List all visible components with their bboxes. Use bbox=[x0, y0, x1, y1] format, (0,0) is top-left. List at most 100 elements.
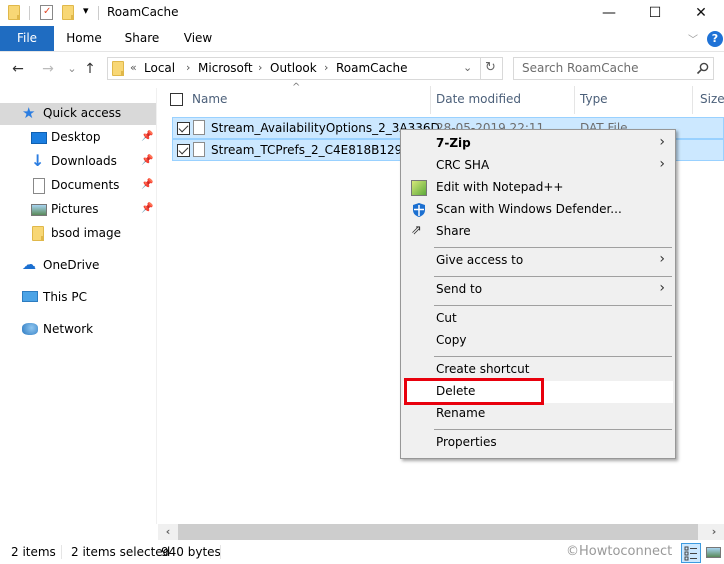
menu-item-crc-sha[interactable]: CRC SHA › bbox=[403, 155, 673, 177]
scroll-left-button[interactable]: ‹ bbox=[158, 524, 178, 540]
breadcrumb-separator[interactable]: › bbox=[258, 61, 262, 74]
properties-icon[interactable]: ✓ bbox=[40, 5, 53, 20]
sidebar-item-onedrive[interactable]: ☁ OneDrive bbox=[0, 255, 156, 277]
selection-size: 940 bytes bbox=[161, 545, 221, 559]
breadcrumb-microsoft[interactable]: Microsoft bbox=[198, 61, 253, 75]
pc-icon bbox=[22, 291, 38, 302]
menu-item-7zip[interactable]: 7-Zip › bbox=[403, 133, 673, 155]
status-bar: 2 items 2 items selected 940 bytes ©Howt… bbox=[0, 540, 724, 564]
search-icon[interactable] bbox=[696, 62, 709, 75]
up-button[interactable]: ↑ bbox=[80, 59, 100, 79]
ribbon-tabs: File Home Share View ﹀ ? bbox=[0, 26, 724, 52]
onedrive-icon: ☁ bbox=[22, 257, 36, 273]
sidebar-item-quick-access[interactable]: ★ Quick access bbox=[0, 103, 156, 125]
item-count: 2 items bbox=[11, 545, 56, 559]
column-size[interactable]: Size bbox=[700, 92, 724, 106]
desktop-icon bbox=[31, 132, 47, 144]
pictures-icon bbox=[31, 204, 47, 216]
tab-view[interactable]: View bbox=[176, 26, 220, 51]
tab-file[interactable]: File bbox=[0, 26, 54, 51]
breadcrumb-roamcache[interactable]: RoamCache bbox=[336, 61, 408, 75]
tab-share[interactable]: Share bbox=[120, 26, 164, 51]
close-button[interactable]: ✕ bbox=[678, 0, 724, 26]
search-placeholder: Search RoamCache bbox=[522, 61, 639, 75]
horizontal-scrollbar[interactable]: ‹ › bbox=[158, 524, 724, 540]
sidebar-item-downloads[interactable]: ↓ Downloads 📌 bbox=[0, 151, 156, 173]
folder-icon bbox=[112, 61, 124, 76]
column-date-modified[interactable]: Date modified bbox=[436, 92, 521, 106]
address-bar[interactable]: « Local › Microsoft › Outlook › RoamCach… bbox=[107, 57, 503, 80]
menu-item-edit-notepadpp[interactable]: Edit with Notepad++ bbox=[403, 177, 673, 199]
refresh-icon[interactable]: ↻ bbox=[485, 60, 496, 75]
chevron-down-icon[interactable]: ﹀ bbox=[688, 31, 698, 46]
pin-icon[interactable]: 📌 bbox=[141, 179, 153, 190]
menu-item-cut[interactable]: Cut bbox=[403, 308, 673, 330]
details-view-icon bbox=[684, 546, 697, 561]
column-name[interactable]: Name bbox=[192, 92, 227, 106]
column-type[interactable]: Type bbox=[580, 92, 608, 106]
row-checkbox[interactable] bbox=[177, 144, 190, 157]
watermark: ©Howtoconnect bbox=[566, 544, 673, 559]
recent-locations-button[interactable]: ⌄ bbox=[62, 59, 82, 79]
breadcrumb-separator[interactable]: › bbox=[186, 61, 190, 74]
row-checkbox[interactable] bbox=[177, 122, 190, 135]
documents-icon bbox=[33, 178, 45, 194]
minimize-button[interactable]: — bbox=[586, 0, 632, 26]
help-icon[interactable]: ? bbox=[707, 31, 723, 47]
scroll-right-button[interactable]: › bbox=[704, 524, 724, 540]
menu-item-give-access[interactable]: Give access to › bbox=[403, 250, 673, 272]
menu-item-scan-defender[interactable]: Scan with Windows Defender... bbox=[403, 199, 673, 221]
menu-item-rename[interactable]: Rename bbox=[403, 403, 673, 425]
sidebar-item-network[interactable]: Network bbox=[0, 319, 156, 341]
pin-icon[interactable]: 📌 bbox=[141, 155, 153, 166]
folder-icon bbox=[32, 226, 48, 242]
breadcrumb-separator[interactable]: › bbox=[324, 61, 328, 74]
search-input[interactable]: Search RoamCache bbox=[513, 57, 714, 80]
back-button[interactable]: ← bbox=[8, 59, 28, 79]
folder-icon bbox=[8, 5, 20, 20]
customize-quick-access-icon[interactable]: ▾ bbox=[83, 4, 89, 17]
submenu-arrow-icon: › bbox=[659, 251, 665, 267]
star-icon: ★ bbox=[22, 104, 36, 122]
network-icon bbox=[22, 323, 38, 335]
address-dropdown-icon[interactable]: ⌄ bbox=[463, 61, 472, 74]
breadcrumb-outlook[interactable]: Outlook bbox=[270, 61, 317, 75]
menu-item-properties[interactable]: Properties bbox=[403, 432, 673, 454]
sidebar-item-documents[interactable]: Documents 📌 bbox=[0, 175, 156, 197]
sidebar-item-pictures[interactable]: Pictures 📌 bbox=[0, 199, 156, 221]
large-icons-view-button[interactable] bbox=[704, 543, 724, 563]
tab-home[interactable]: Home bbox=[62, 26, 106, 51]
overflow-chevron[interactable]: « bbox=[130, 61, 137, 74]
pin-icon[interactable]: 📌 bbox=[141, 131, 153, 142]
navigation-pane: ★ Quick access Desktop 📌 ↓ Downloads 📌 D… bbox=[0, 88, 157, 524]
forward-button[interactable]: → bbox=[38, 59, 58, 79]
submenu-arrow-icon: › bbox=[659, 156, 665, 172]
pin-icon[interactable]: 📌 bbox=[141, 203, 153, 214]
defender-icon bbox=[413, 203, 425, 217]
breadcrumb-local[interactable]: Local bbox=[144, 61, 175, 75]
menu-item-send-to[interactable]: Send to › bbox=[403, 279, 673, 301]
submenu-arrow-icon: › bbox=[659, 280, 665, 296]
sidebar-item-this-pc[interactable]: This PC bbox=[0, 287, 156, 309]
window-title: RoamCache bbox=[107, 5, 179, 19]
file-explorer-window: ✓ ▾ RoamCache — ☐ ✕ File Home Share View… bbox=[0, 0, 724, 564]
large-icons-view-icon bbox=[706, 547, 721, 558]
maximize-button[interactable]: ☐ bbox=[632, 0, 678, 26]
notepadpp-icon bbox=[411, 180, 427, 196]
scrollbar-thumb[interactable] bbox=[178, 524, 698, 540]
menu-item-share[interactable]: ⇗ Share bbox=[403, 221, 673, 243]
sidebar-item-bsod-image[interactable]: bsod image bbox=[0, 223, 156, 245]
sidebar-item-desktop[interactable]: Desktop 📌 bbox=[0, 127, 156, 149]
file-icon bbox=[193, 120, 205, 135]
title-bar: ✓ ▾ RoamCache — ☐ ✕ bbox=[0, 0, 724, 26]
share-icon: ⇗ bbox=[411, 223, 422, 238]
menu-item-copy[interactable]: Copy bbox=[403, 330, 673, 352]
delete-highlight-box bbox=[404, 378, 544, 405]
column-header: ^ Name Date modified Type Size bbox=[158, 82, 724, 114]
new-folder-icon[interactable] bbox=[62, 5, 74, 20]
submenu-arrow-icon: › bbox=[659, 134, 665, 150]
select-all-checkbox[interactable] bbox=[170, 93, 183, 106]
details-view-button[interactable] bbox=[681, 543, 701, 563]
file-icon bbox=[193, 142, 205, 157]
sort-indicator-icon: ^ bbox=[292, 82, 301, 93]
